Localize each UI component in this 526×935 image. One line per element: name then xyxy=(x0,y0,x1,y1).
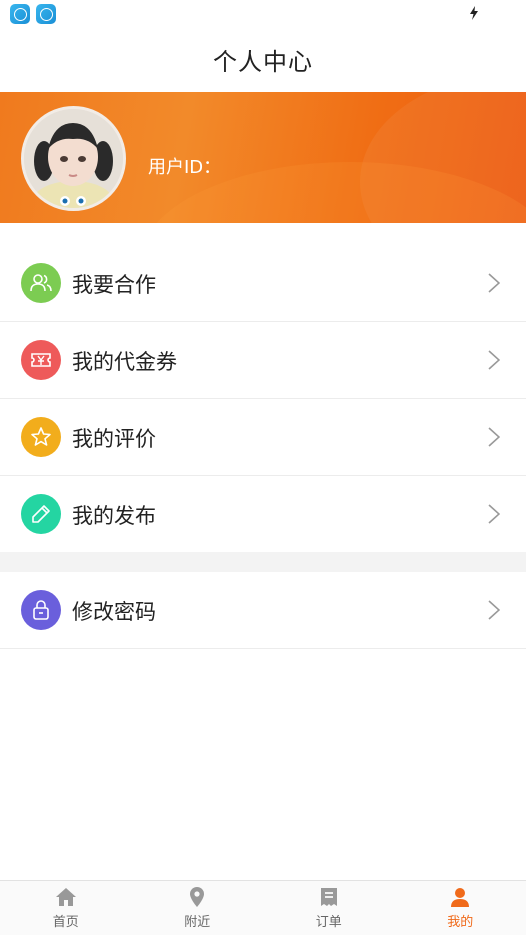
menu-label: 我的代金券 xyxy=(72,350,177,374)
tab-label: 我的 xyxy=(447,915,474,930)
profile-banner: 用户ID： xyxy=(0,92,526,223)
menu-label: 我的发布 xyxy=(72,504,156,528)
user-id-label: 用户ID： xyxy=(148,157,222,178)
menu-item-vouchers[interactable]: 我的代金券 xyxy=(0,322,526,399)
voucher-icon xyxy=(21,340,61,380)
flash-icon xyxy=(470,6,478,20)
tab-label: 订单 xyxy=(315,915,342,930)
menu-label: 我的评价 xyxy=(72,427,156,451)
star-icon xyxy=(21,417,61,457)
app-icon xyxy=(36,4,56,24)
menu-label: 我要合作 xyxy=(72,273,156,297)
title-bar: 个人中心 xyxy=(0,26,526,92)
pencil-icon xyxy=(21,494,61,534)
app-icon xyxy=(10,4,30,24)
tab-label: 附近 xyxy=(184,915,211,930)
menu-item-reviews[interactable]: 我的评价 xyxy=(0,399,526,476)
user-icon xyxy=(451,888,470,907)
section-divider xyxy=(0,552,526,572)
chevron-right-icon xyxy=(488,273,500,293)
menu-item-change-password[interactable]: 修改密码 xyxy=(0,572,526,649)
tab-orders[interactable]: 订单 xyxy=(263,881,395,935)
order-icon xyxy=(320,888,337,906)
chevron-right-icon xyxy=(488,504,500,524)
chevron-right-icon xyxy=(488,350,500,370)
menu-item-posts[interactable]: 我的发布 xyxy=(0,476,526,553)
menu-label: 修改密码 xyxy=(72,600,156,624)
page-title: 个人中心 xyxy=(213,47,313,76)
home-icon xyxy=(55,888,76,906)
tab-label: 首页 xyxy=(52,915,79,930)
tab-mine[interactable]: 我的 xyxy=(395,881,526,935)
tab-bar: 首页 附近 订单 我的 xyxy=(0,880,526,935)
tab-nearby[interactable]: 附近 xyxy=(132,881,264,935)
avatar[interactable] xyxy=(21,106,126,211)
location-icon xyxy=(190,887,205,907)
chevron-right-icon xyxy=(488,600,500,620)
users-icon xyxy=(21,263,61,303)
avatar-image xyxy=(24,109,123,208)
menu-group: 修改密码 xyxy=(0,572,526,649)
status-bar xyxy=(0,0,526,26)
menu-item-cooperate[interactable]: 我要合作 xyxy=(0,245,526,322)
tab-home[interactable]: 首页 xyxy=(0,881,132,935)
menu-group: 我要合作 我的代金券 我的评价 我的发布 xyxy=(0,245,526,553)
lock-icon xyxy=(21,590,61,630)
chevron-right-icon xyxy=(488,427,500,447)
